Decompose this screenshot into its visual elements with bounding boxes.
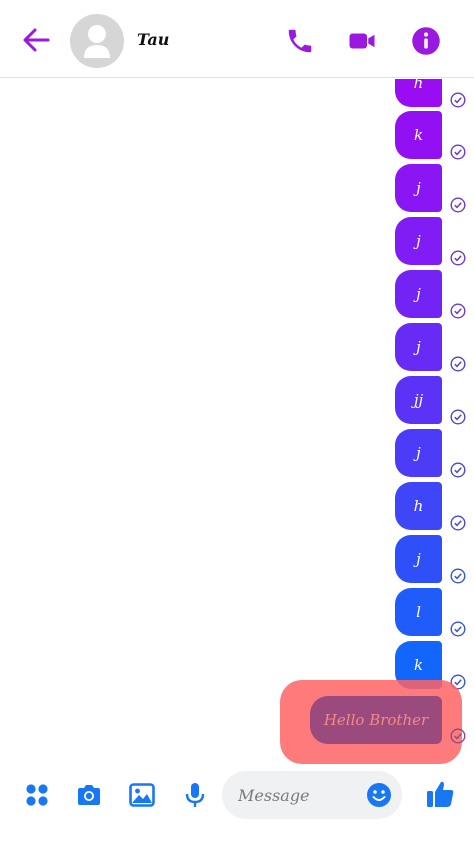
message-bubble-hello-brother[interactable]: Hello Brother (310, 696, 442, 744)
message-bubble[interactable]: j (395, 429, 442, 477)
message-bubble[interactable]: k (395, 111, 442, 159)
video-call-icon[interactable] (347, 26, 377, 56)
sent-check-icon (450, 621, 466, 637)
apps-grid-icon[interactable] (23, 781, 51, 809)
avatar-placeholder-icon (84, 25, 110, 58)
message-bubble[interactable]: h (395, 482, 442, 530)
message-bubble[interactable]: l (395, 588, 442, 636)
sent-check-icon (450, 92, 466, 108)
sent-check-icon (450, 144, 466, 160)
gallery-icon[interactable] (128, 781, 156, 809)
message-bubble[interactable]: j (395, 164, 442, 212)
message-bubble[interactable]: j (395, 217, 442, 265)
phone-icon[interactable] (285, 26, 315, 56)
message-list[interactable]: h k j j j j jj j h j l k (0, 79, 474, 764)
sent-check-icon (450, 197, 466, 213)
camera-icon[interactable] (75, 781, 103, 809)
info-icon[interactable] (411, 26, 441, 56)
message-bubble[interactable]: jj (395, 376, 442, 424)
microphone-icon[interactable] (181, 781, 209, 809)
avatar[interactable] (70, 14, 124, 68)
message-bubble[interactable]: j (395, 535, 442, 583)
contact-name[interactable]: Tau (137, 30, 169, 49)
sent-check-icon (450, 250, 466, 266)
composer-bar (0, 764, 474, 842)
thumbs-up-icon[interactable] (424, 778, 456, 810)
message-bubble[interactable]: j (395, 270, 442, 318)
message-bubble[interactable]: j (395, 323, 442, 371)
sent-check-icon (450, 356, 466, 372)
emoji-icon[interactable] (366, 782, 392, 808)
sent-check-icon (450, 515, 466, 531)
sent-check-icon (450, 303, 466, 319)
sent-check-icon (450, 462, 466, 478)
sent-check-icon (450, 568, 466, 584)
message-bubble[interactable]: h (395, 79, 442, 107)
chat-header: Tau (0, 0, 474, 78)
sent-check-icon (450, 409, 466, 425)
back-arrow-icon[interactable] (20, 24, 52, 56)
sent-check-icon (450, 728, 466, 744)
